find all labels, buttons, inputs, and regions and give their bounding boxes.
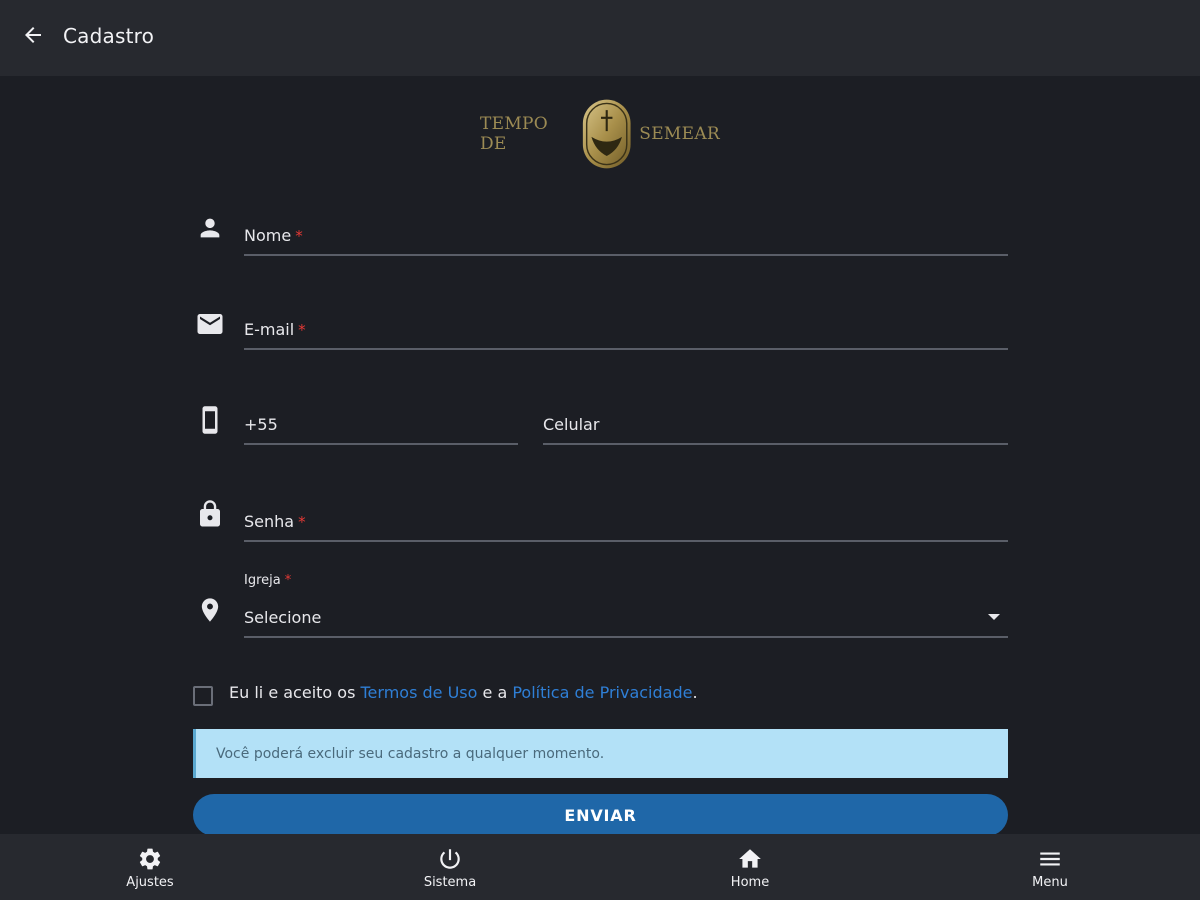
nav-label-menu: Menu (1032, 875, 1068, 890)
lock-icon (194, 498, 226, 530)
smartphone-icon (194, 404, 226, 436)
app-bar: Cadastro (0, 0, 1200, 76)
name-field[interactable]: Nome * (244, 216, 1008, 256)
terms-text: Eu li e aceito os Termos de Uso e a Polí… (229, 683, 698, 702)
privacy-policy-link[interactable]: Política de Privacidade (512, 683, 692, 702)
power-icon (440, 849, 460, 869)
page-title: Cadastro (63, 24, 155, 48)
arrow-back-icon (25, 27, 41, 43)
location-pin-icon (194, 594, 226, 626)
mail-icon (194, 308, 226, 340)
email-input[interactable] (244, 310, 1008, 348)
nav-label-settings: Ajustes (126, 875, 174, 890)
gear-icon (139, 848, 161, 870)
terms-checkbox[interactable] (193, 686, 213, 706)
email-field[interactable]: E-mail * (244, 310, 1008, 350)
terms-of-use-link[interactable]: Termos de Uso (361, 683, 478, 702)
password-field[interactable]: Senha * (244, 502, 1008, 542)
nav-item-settings[interactable]: Ajustes (70, 834, 230, 900)
church-select[interactable]: Selecione (244, 584, 1008, 638)
info-message-text: Você poderá excluir seu cadastro a qualq… (216, 745, 605, 762)
seal-icon (582, 99, 631, 169)
nav-item-system[interactable]: Sistema (370, 834, 530, 900)
mobile-field[interactable]: Celular (543, 405, 1008, 445)
menu-icon (1040, 852, 1060, 866)
logo-text-left: TEMPO DE (480, 114, 549, 154)
country-code-field[interactable]: +55 (244, 405, 518, 445)
back-button[interactable] (18, 20, 48, 50)
home-icon (739, 849, 761, 868)
bottom-navigation: Ajustes Sistema Home Menu (0, 834, 1200, 900)
person-icon (194, 212, 226, 244)
nav-label-system: Sistema (423, 875, 477, 890)
nav-item-menu[interactable]: Menu (970, 834, 1130, 900)
mobile-input[interactable] (543, 405, 1008, 443)
password-input[interactable] (244, 502, 1008, 540)
church-logo: TEMPO DE SEMEAR (480, 92, 720, 176)
nav-label-home: Home (730, 875, 770, 890)
nav-item-home[interactable]: Home (670, 834, 830, 900)
logo-text-right: SEMEAR (639, 124, 720, 144)
info-message: Você poderá excluir seu cadastro a qualq… (193, 729, 1008, 778)
name-input[interactable] (244, 216, 1008, 254)
church-select-value: Selecione (244, 608, 322, 627)
dropdown-arrow-icon (988, 614, 1000, 620)
submit-button[interactable]: ENVIAR (193, 794, 1008, 836)
country-code-input[interactable] (244, 405, 518, 443)
